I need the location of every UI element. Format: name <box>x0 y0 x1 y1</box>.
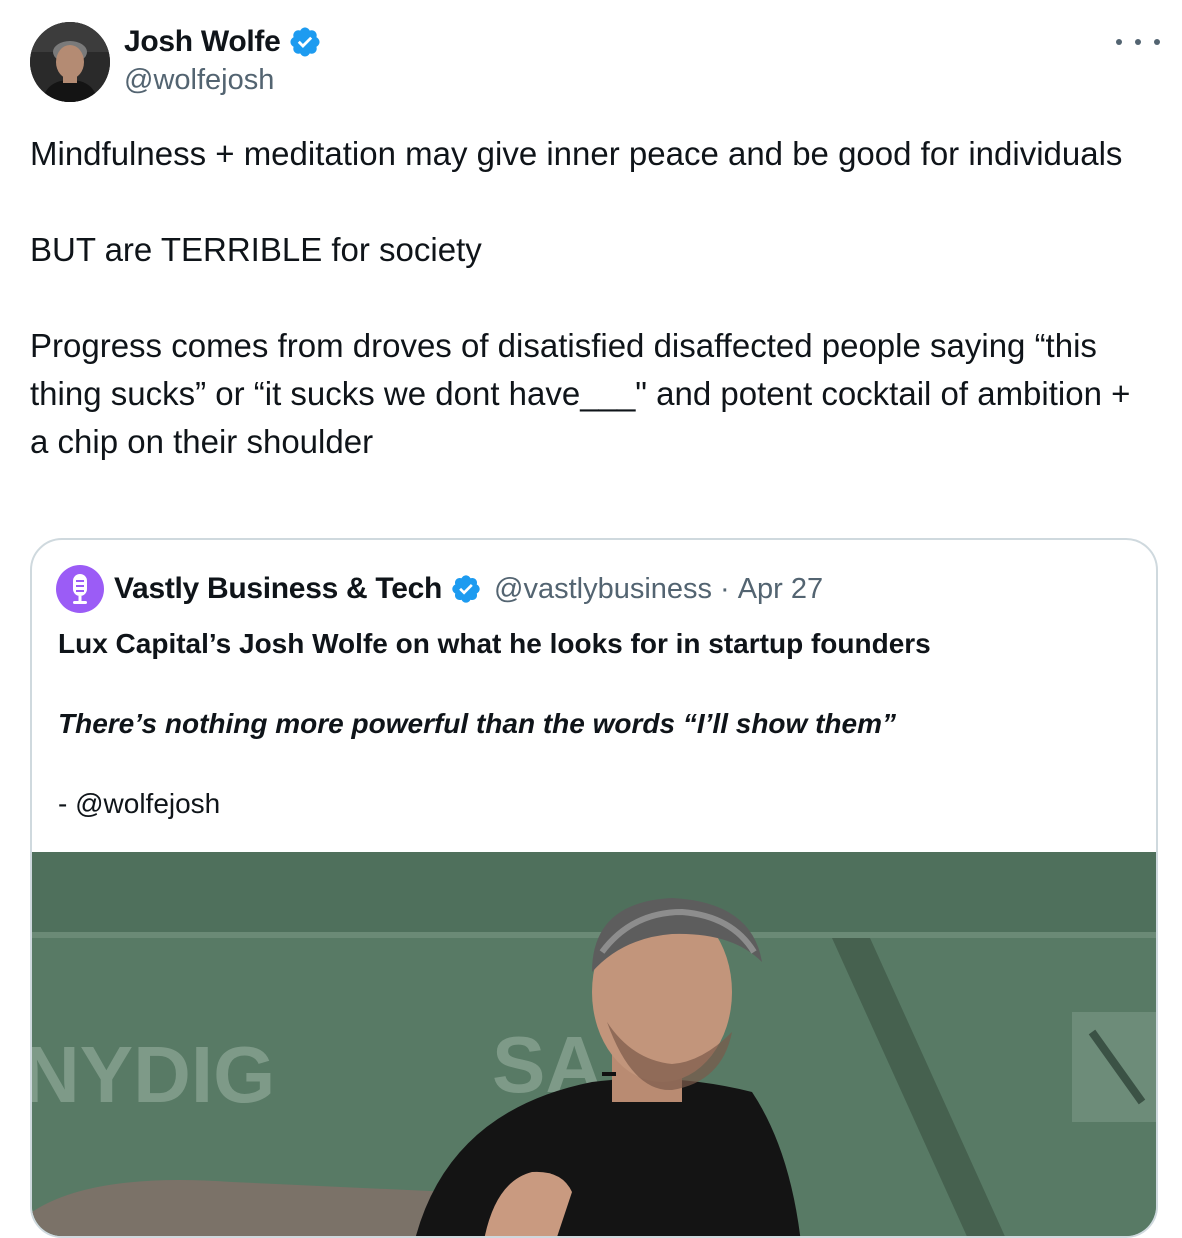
tweet-text: Mindfulness + meditation may give inner … <box>30 130 1150 466</box>
quoted-tweet-header: Vastly Business & Tech @vastlybusiness ·… <box>56 562 823 616</box>
quoted-quote: There’s nothing more powerful than the w… <box>58 708 896 739</box>
tweet-paragraph: BUT are TERRIBLE for society <box>30 231 482 268</box>
separator-dot: · <box>720 572 730 605</box>
quoted-tweet[interactable]: Vastly Business & Tech @vastlybusiness ·… <box>30 538 1158 1238</box>
video-thumbnail: NYDIG SA <box>32 852 1156 1236</box>
author-name[interactable]: Josh Wolfe <box>124 25 281 59</box>
author-avatar[interactable] <box>30 22 110 102</box>
more-dot <box>1154 39 1160 45</box>
microphone-icon <box>73 574 87 604</box>
author-handle[interactable]: @wolfejosh <box>124 64 274 97</box>
verified-badge-icon <box>290 27 320 57</box>
author-name-row[interactable]: Josh Wolfe <box>124 22 322 62</box>
more-dot <box>1135 39 1141 45</box>
quoted-attribution: - @wolfejosh <box>58 788 221 819</box>
quoted-media-thumbnail[interactable]: NYDIG SA <box>32 852 1156 1236</box>
more-dot <box>1116 39 1122 45</box>
quoted-author-handle[interactable]: @vastlybusiness <box>494 573 712 606</box>
quoted-tweet-date[interactable]: Apr 27 <box>738 573 823 606</box>
quoted-tweet-text: Lux Capital’s Josh Wolfe on what he look… <box>58 620 1138 824</box>
quoted-title: Lux Capital’s Josh Wolfe on what he look… <box>58 628 931 659</box>
background-text-left: NYDIG <box>32 1030 275 1119</box>
quoted-author-name[interactable]: Vastly Business & Tech <box>114 572 442 606</box>
verified-badge-icon <box>452 575 480 603</box>
tweet-card[interactable]: Josh Wolfe @wolfejosh Mindfulness + medi… <box>0 0 1182 1238</box>
quoted-author-avatar[interactable] <box>56 565 104 613</box>
more-horizontal-icon[interactable] <box>1116 28 1160 56</box>
tweet-paragraph: Mindfulness + meditation may give inner … <box>30 135 1123 172</box>
tweet-paragraph: Progress comes from droves of disatisfie… <box>30 327 1140 460</box>
author-avatar-image <box>30 22 110 102</box>
